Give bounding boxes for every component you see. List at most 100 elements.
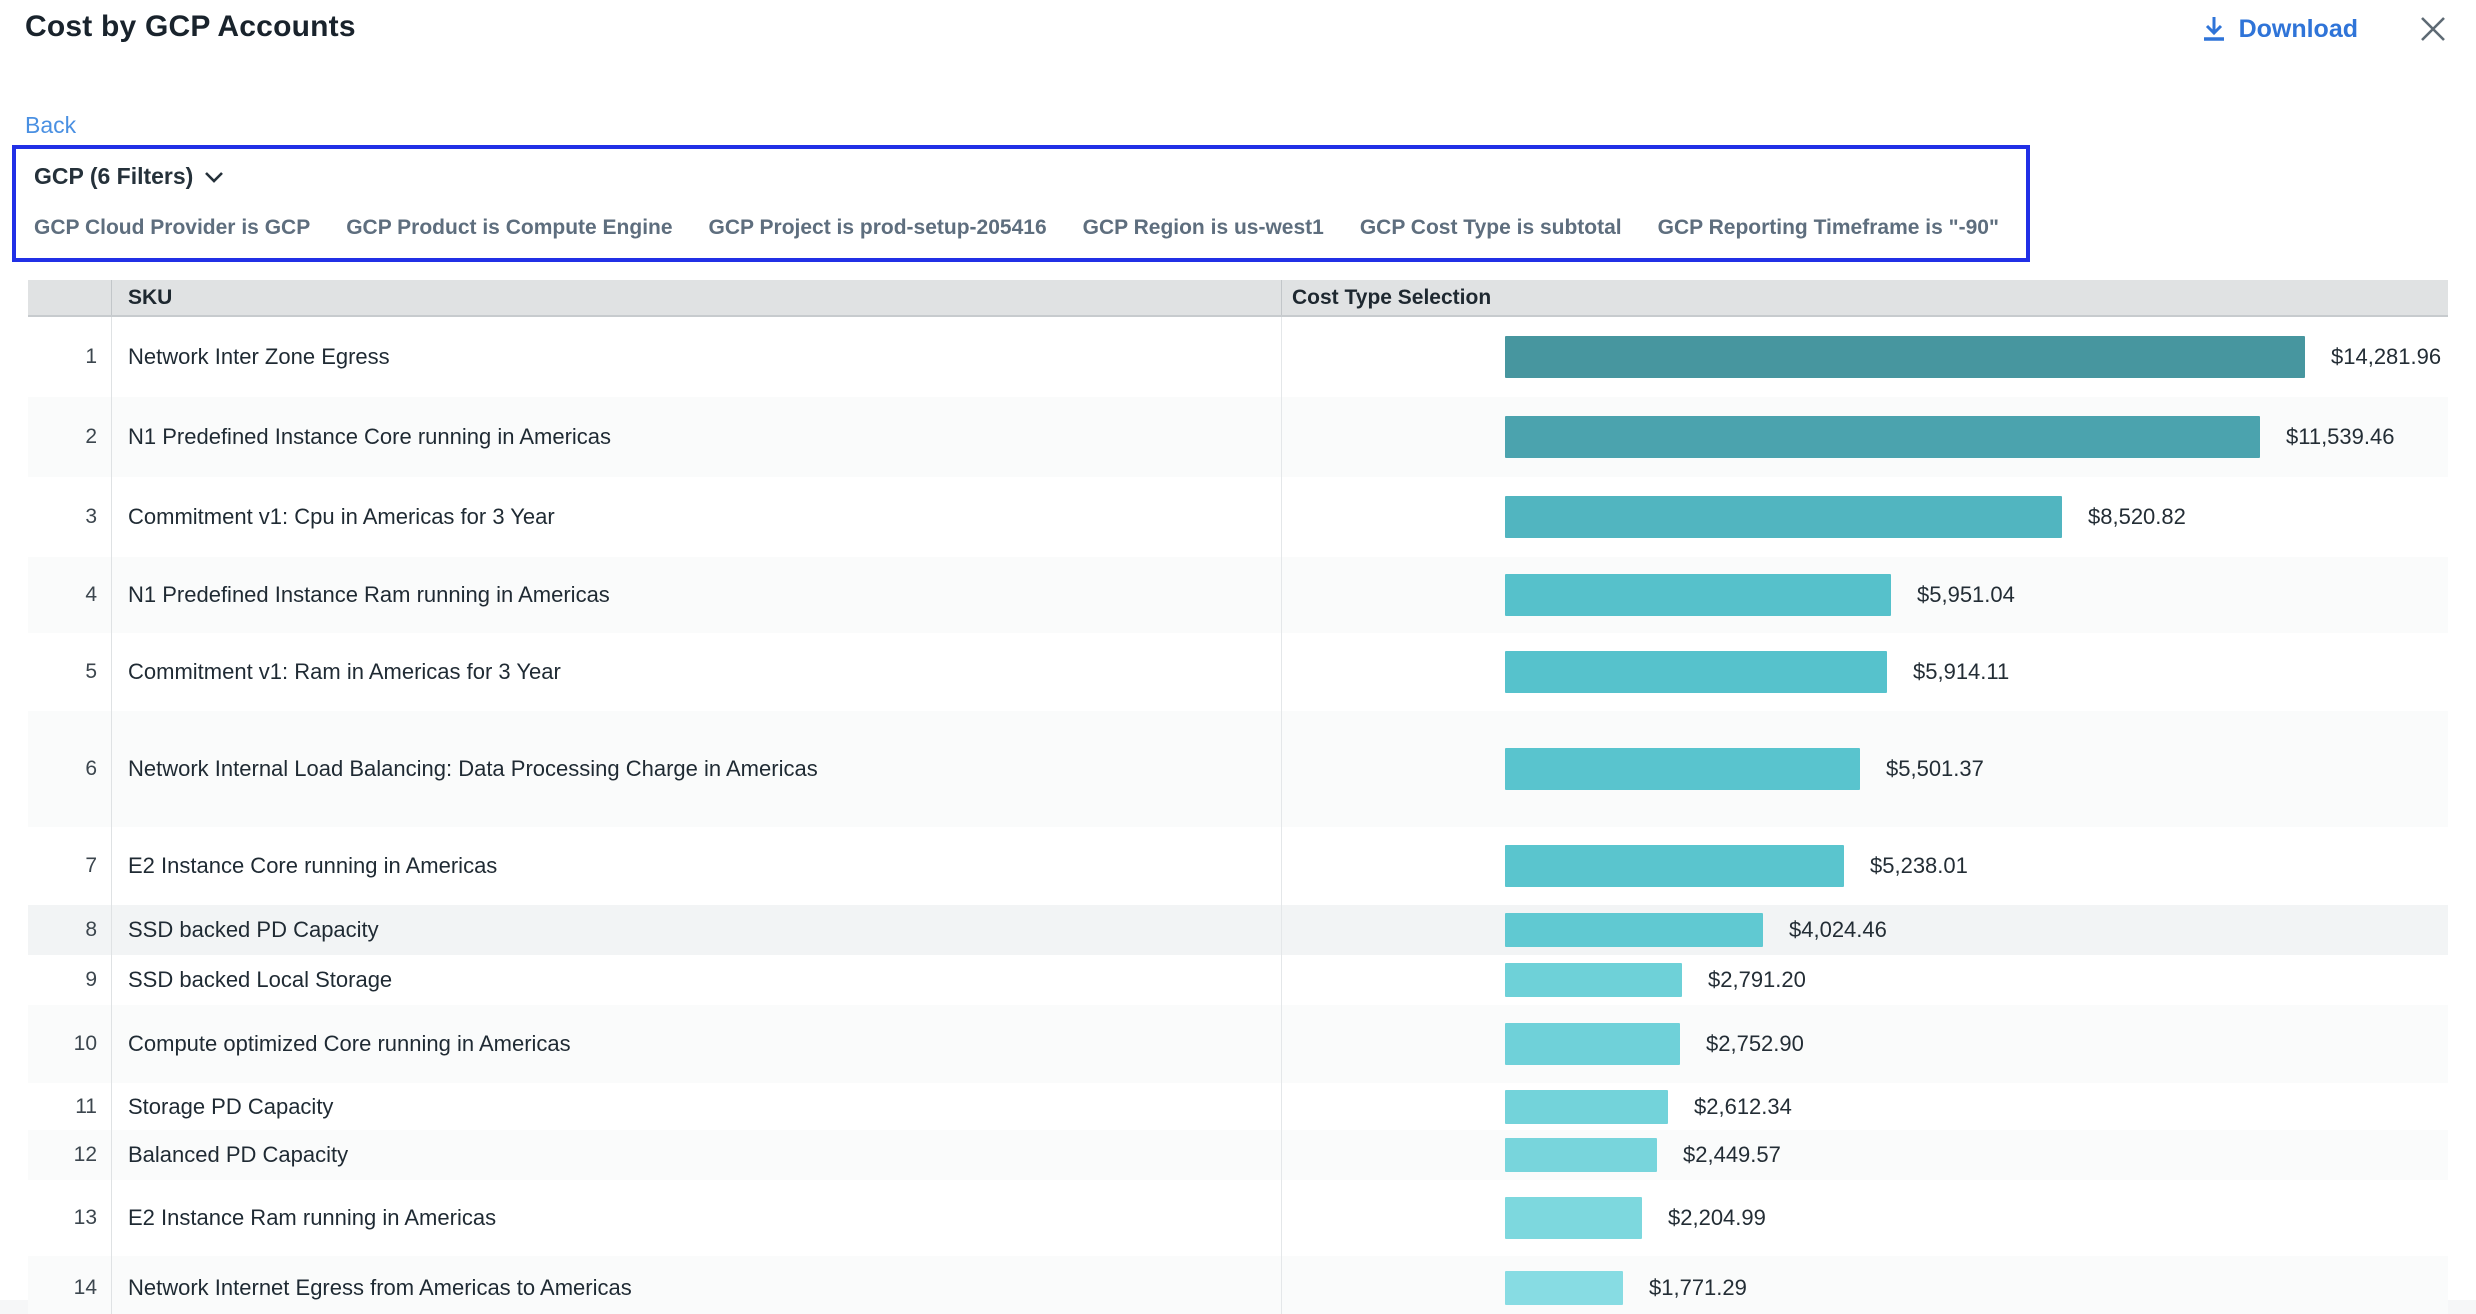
download-button[interactable]: Download bbox=[2201, 15, 2358, 44]
cost-bar bbox=[1505, 1023, 1680, 1065]
filter-chip[interactable]: GCP Cost Type is subtotal bbox=[1360, 216, 1622, 240]
row-number: 2 bbox=[28, 397, 112, 477]
table-row[interactable]: 10 Compute optimized Core running in Ame… bbox=[28, 1005, 2448, 1083]
table-row[interactable]: 1 Network Inter Zone Egress $14,281.96 bbox=[28, 317, 2448, 397]
filter-chip[interactable]: GCP Region is us-west1 bbox=[1083, 216, 1324, 240]
table-header-row: SKU Cost Type Selection bbox=[28, 280, 2448, 317]
sku-cell: E2 Instance Core running in Americas bbox=[112, 827, 1282, 905]
row-number: 7 bbox=[28, 827, 112, 905]
download-icon bbox=[2201, 15, 2227, 43]
sku-cell: N1 Predefined Instance Ram running in Am… bbox=[112, 557, 1282, 633]
row-number-column-header bbox=[28, 280, 112, 315]
cost-bar bbox=[1505, 1138, 1657, 1172]
row-number: 5 bbox=[28, 633, 112, 711]
table-row[interactable]: 6 Network Internal Load Balancing: Data … bbox=[28, 711, 2448, 827]
back-link[interactable]: Back bbox=[25, 112, 76, 139]
row-number: 3 bbox=[28, 477, 112, 557]
download-label: Download bbox=[2239, 15, 2358, 44]
filter-chip[interactable]: GCP Cloud Provider is GCP bbox=[34, 216, 310, 240]
panel-header: Cost by GCP Accounts Download bbox=[0, 0, 2476, 46]
cost-bar bbox=[1505, 963, 1682, 997]
sku-cell: SSD backed PD Capacity bbox=[112, 905, 1282, 955]
bar-value-label: $14,281.96 bbox=[2331, 344, 2441, 370]
filter-chip[interactable]: GCP Product is Compute Engine bbox=[346, 216, 672, 240]
table-row[interactable]: 12 Balanced PD Capacity $2,449.57 bbox=[28, 1130, 2448, 1180]
row-number: 13 bbox=[28, 1180, 112, 1256]
cost-bar-cell: $14,281.96 bbox=[1282, 317, 2448, 397]
row-number: 9 bbox=[28, 955, 112, 1005]
bar-value-label: $5,501.37 bbox=[1886, 756, 1984, 782]
table-row[interactable]: 14 Network Internet Egress from Americas… bbox=[28, 1256, 2448, 1314]
cost-bar-cell: $8,520.82 bbox=[1282, 477, 2448, 557]
bar-value-label: $5,238.01 bbox=[1870, 853, 1968, 879]
sku-cell: E2 Instance Ram running in Americas bbox=[112, 1180, 1282, 1256]
row-number: 12 bbox=[28, 1130, 112, 1180]
cost-bar bbox=[1505, 748, 1860, 790]
sku-cell: Network Inter Zone Egress bbox=[112, 317, 1282, 397]
row-number: 10 bbox=[28, 1005, 112, 1083]
cost-bar-cell: $5,501.37 bbox=[1282, 711, 2448, 827]
bar-value-label: $1,771.29 bbox=[1649, 1275, 1747, 1301]
table-row[interactable]: 11 Storage PD Capacity $2,612.34 bbox=[28, 1083, 2448, 1130]
chevron-down-icon bbox=[203, 170, 225, 184]
table-row[interactable]: 2 N1 Predefined Instance Core running in… bbox=[28, 397, 2448, 477]
cost-bar-cell: $5,914.11 bbox=[1282, 633, 2448, 711]
row-number: 6 bbox=[28, 711, 112, 827]
sku-column-header[interactable]: SKU bbox=[112, 280, 1282, 315]
sku-cell: Balanced PD Capacity bbox=[112, 1130, 1282, 1180]
cost-bar bbox=[1505, 913, 1763, 947]
cost-bar-cell: $2,612.34 bbox=[1282, 1083, 2448, 1130]
cost-bar bbox=[1505, 651, 1887, 693]
cost-bar-cell: $1,771.29 bbox=[1282, 1256, 2448, 1314]
cost-bar-cell: $5,238.01 bbox=[1282, 827, 2448, 905]
sku-cell: Storage PD Capacity bbox=[112, 1083, 1282, 1130]
sku-cell: Commitment v1: Cpu in Americas for 3 Yea… bbox=[112, 477, 1282, 557]
cost-bar bbox=[1505, 845, 1844, 887]
cost-bar-cell: $2,791.20 bbox=[1282, 955, 2448, 1005]
cost-by-gcp-panel: Cost by GCP Accounts Download Back bbox=[0, 0, 2476, 1300]
cost-bar-cell: $4,024.46 bbox=[1282, 905, 2448, 955]
bar-value-label: $2,752.90 bbox=[1706, 1031, 1804, 1057]
row-number: 11 bbox=[28, 1083, 112, 1130]
bar-value-label: $2,791.20 bbox=[1708, 967, 1806, 993]
bar-value-label: $2,204.99 bbox=[1668, 1205, 1766, 1231]
filter-list: GCP Cloud Provider is GCP GCP Product is… bbox=[34, 216, 2010, 240]
cost-bar bbox=[1505, 496, 2062, 538]
bar-value-label: $5,914.11 bbox=[1913, 659, 2009, 685]
cost-bar bbox=[1505, 416, 2260, 458]
sku-cell: N1 Predefined Instance Core running in A… bbox=[112, 397, 1282, 477]
row-number: 4 bbox=[28, 557, 112, 633]
filter-group-toggle[interactable]: GCP (6 Filters) bbox=[34, 163, 2010, 190]
cost-bar-cell: $2,449.57 bbox=[1282, 1130, 2448, 1180]
filter-chip[interactable]: GCP Project is prod-setup-205416 bbox=[709, 216, 1047, 240]
table-row[interactable]: 4 N1 Predefined Instance Ram running in … bbox=[28, 557, 2448, 633]
cost-bar-cell: $2,752.90 bbox=[1282, 1005, 2448, 1083]
cost-table: SKU Cost Type Selection 1 Network Inter … bbox=[28, 280, 2448, 1314]
table-row[interactable]: 5 Commitment v1: Ram in Americas for 3 Y… bbox=[28, 633, 2448, 711]
page-title: Cost by GCP Accounts bbox=[25, 10, 356, 44]
bar-value-label: $2,612.34 bbox=[1694, 1094, 1792, 1120]
cost-bar-cell: $5,951.04 bbox=[1282, 557, 2448, 633]
row-number: 1 bbox=[28, 317, 112, 397]
cost-bar bbox=[1505, 1090, 1668, 1124]
cost-bar bbox=[1505, 574, 1891, 616]
cost-type-column-header[interactable]: Cost Type Selection bbox=[1282, 280, 2448, 315]
bar-value-label: $11,539.46 bbox=[2286, 424, 2394, 450]
bar-value-label: $4,024.46 bbox=[1789, 917, 1887, 943]
table-row[interactable]: 13 E2 Instance Ram running in Americas $… bbox=[28, 1180, 2448, 1256]
table-row[interactable]: 8 SSD backed PD Capacity $4,024.46 bbox=[28, 905, 2448, 955]
bar-value-label: $8,520.82 bbox=[2088, 504, 2186, 530]
cost-bar-cell: $2,204.99 bbox=[1282, 1180, 2448, 1256]
sku-cell: Compute optimized Core running in Americ… bbox=[112, 1005, 1282, 1083]
filter-group-label: GCP (6 Filters) bbox=[34, 163, 193, 190]
bar-value-label: $2,449.57 bbox=[1683, 1142, 1781, 1168]
cost-bar bbox=[1505, 1197, 1642, 1239]
table-row[interactable]: 7 E2 Instance Core running in Americas $… bbox=[28, 827, 2448, 905]
sku-cell: Commitment v1: Ram in Americas for 3 Yea… bbox=[112, 633, 1282, 711]
sku-cell: Network Internal Load Balancing: Data Pr… bbox=[112, 711, 1282, 827]
table-row[interactable]: 9 SSD backed Local Storage $2,791.20 bbox=[28, 955, 2448, 1005]
cost-bar bbox=[1505, 336, 2305, 378]
table-row[interactable]: 3 Commitment v1: Cpu in Americas for 3 Y… bbox=[28, 477, 2448, 557]
filter-chip[interactable]: GCP Reporting Timeframe is "-90" bbox=[1658, 216, 1999, 240]
close-icon[interactable] bbox=[2416, 12, 2450, 46]
